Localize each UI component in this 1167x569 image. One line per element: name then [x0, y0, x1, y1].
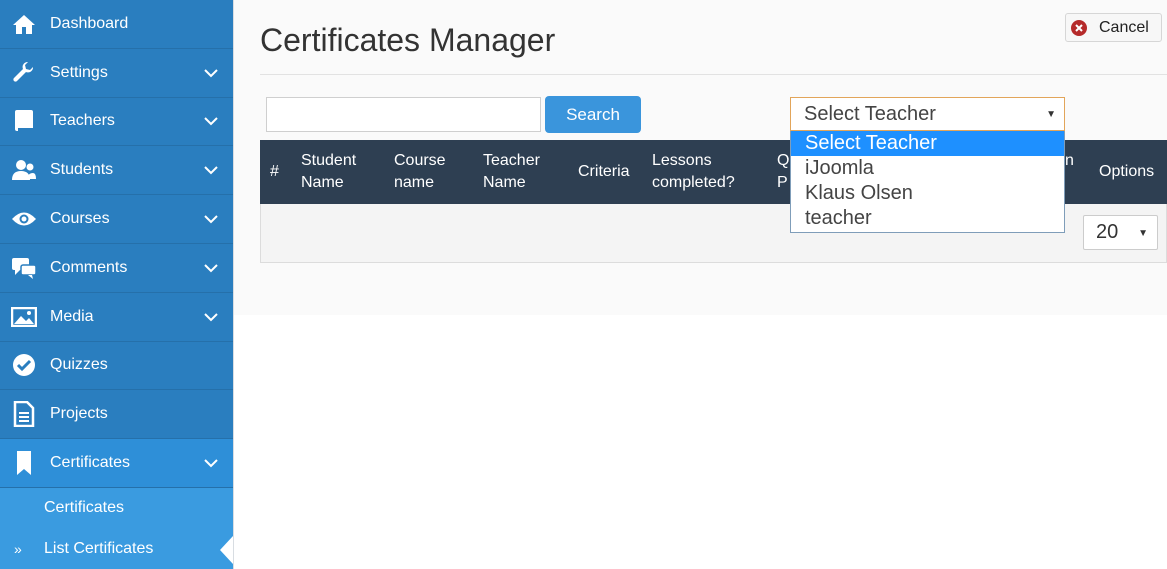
- column-header-course-name[interactable]: Course name: [394, 140, 474, 204]
- sidebar-item-label: Courses: [50, 210, 110, 228]
- column-header-lessons-completed[interactable]: Lessons completed?: [652, 140, 752, 204]
- image-icon: [11, 304, 37, 330]
- teacher-select-value: Select Teacher: [804, 102, 936, 125]
- chevron-down-icon: [204, 68, 218, 78]
- sidebar: Dashboard Settings Teachers Students Cou…: [0, 0, 233, 569]
- wrench-icon: [11, 60, 37, 86]
- dropdown-arrow-icon: ▼: [1138, 228, 1148, 239]
- per-page-value: 20: [1096, 221, 1119, 243]
- sidebar-item-label: Comments: [50, 258, 128, 276]
- sidebar-submenu-certificates: Certificates » List Certificates: [0, 487, 233, 569]
- active-indicator: [220, 535, 233, 564]
- book-icon: [11, 108, 37, 134]
- column-header-number: #: [270, 163, 279, 180]
- check-circle-icon: [11, 352, 37, 378]
- sidebar-subitem-list-certificates[interactable]: » List Certificates: [0, 529, 233, 569]
- sidebar-item-courses[interactable]: Courses: [0, 195, 233, 244]
- teacher-option[interactable]: Select Teacher: [791, 131, 1064, 156]
- chevron-down-icon: [204, 215, 218, 224]
- chevron-down-icon: [204, 166, 218, 175]
- sidebar-item-label: Certificates: [50, 454, 131, 472]
- sidebar-subitem-label: Certificates: [44, 499, 125, 517]
- sidebar-item-comments[interactable]: Comments: [0, 244, 233, 293]
- dropdown-arrow-icon: ▼: [1046, 109, 1056, 120]
- per-page-select[interactable]: 20 ▼: [1083, 215, 1158, 250]
- double-chevron-right-icon: »: [14, 541, 22, 558]
- sidebar-item-label: Media: [50, 307, 94, 325]
- search-button[interactable]: Search: [545, 96, 641, 133]
- sidebar-item-projects[interactable]: Projects: [0, 390, 233, 440]
- comments-icon: [11, 255, 37, 281]
- sidebar-item-label: Students: [50, 161, 114, 179]
- document-icon: [11, 401, 37, 428]
- sidebar-subitem-label: List Certificates: [44, 540, 154, 558]
- cancel-button[interactable]: Cancel: [1065, 13, 1162, 42]
- search-input[interactable]: [266, 97, 541, 132]
- eye-icon: [11, 206, 37, 232]
- sidebar-item-teachers[interactable]: Teachers: [0, 98, 233, 147]
- teacher-select[interactable]: Select Teacher ▼: [790, 97, 1065, 131]
- sidebar-item-settings[interactable]: Settings: [0, 49, 233, 98]
- sidebar-item-students[interactable]: Students: [0, 146, 233, 196]
- sidebar-item-label: Dashboard: [50, 14, 129, 32]
- students-icon: [11, 157, 37, 183]
- bookmark-icon: [11, 450, 37, 476]
- chevron-down-icon: [204, 312, 218, 322]
- column-header-options: Options: [1099, 163, 1155, 180]
- sidebar-item-dashboard[interactable]: Dashboard: [0, 0, 233, 49]
- sidebar-item-media[interactable]: Media: [0, 293, 233, 342]
- sidebar-item-label: Projects: [50, 405, 108, 423]
- column-header-student-name[interactable]: Student Name: [301, 140, 381, 204]
- teacher-dropdown-list: Select Teacher iJoomla Klaus Olsen teach…: [790, 131, 1065, 233]
- chevron-down-icon: [204, 264, 218, 273]
- chevron-down-icon: [204, 459, 218, 468]
- close-icon: [1071, 19, 1087, 36]
- column-header-teacher-name[interactable]: Teacher Name: [483, 140, 563, 204]
- page-title: Certificates Manager: [260, 22, 556, 58]
- sidebar-item-label: Quizzes: [50, 356, 108, 374]
- chevron-down-icon: [204, 117, 218, 126]
- teacher-option[interactable]: iJoomla: [791, 156, 1064, 181]
- cancel-label: Cancel: [1099, 18, 1149, 36]
- title-divider: [260, 74, 1167, 75]
- column-header-partial-n: n: [1065, 152, 1074, 169]
- teacher-option[interactable]: Klaus Olsen: [791, 181, 1064, 206]
- teacher-option[interactable]: teacher: [791, 206, 1064, 231]
- app-root: Dashboard Settings Teachers Students Cou…: [0, 0, 1167, 569]
- sidebar-item-quizzes[interactable]: Quizzes: [0, 342, 233, 391]
- sidebar-item-label: Teachers: [50, 112, 115, 130]
- home-icon: [11, 11, 37, 37]
- sidebar-item-certificates[interactable]: Certificates: [0, 439, 233, 488]
- sidebar-item-label: Settings: [50, 63, 108, 81]
- column-header-criteria[interactable]: Criteria: [578, 140, 630, 204]
- sidebar-subitem-certificates[interactable]: Certificates: [0, 488, 233, 529]
